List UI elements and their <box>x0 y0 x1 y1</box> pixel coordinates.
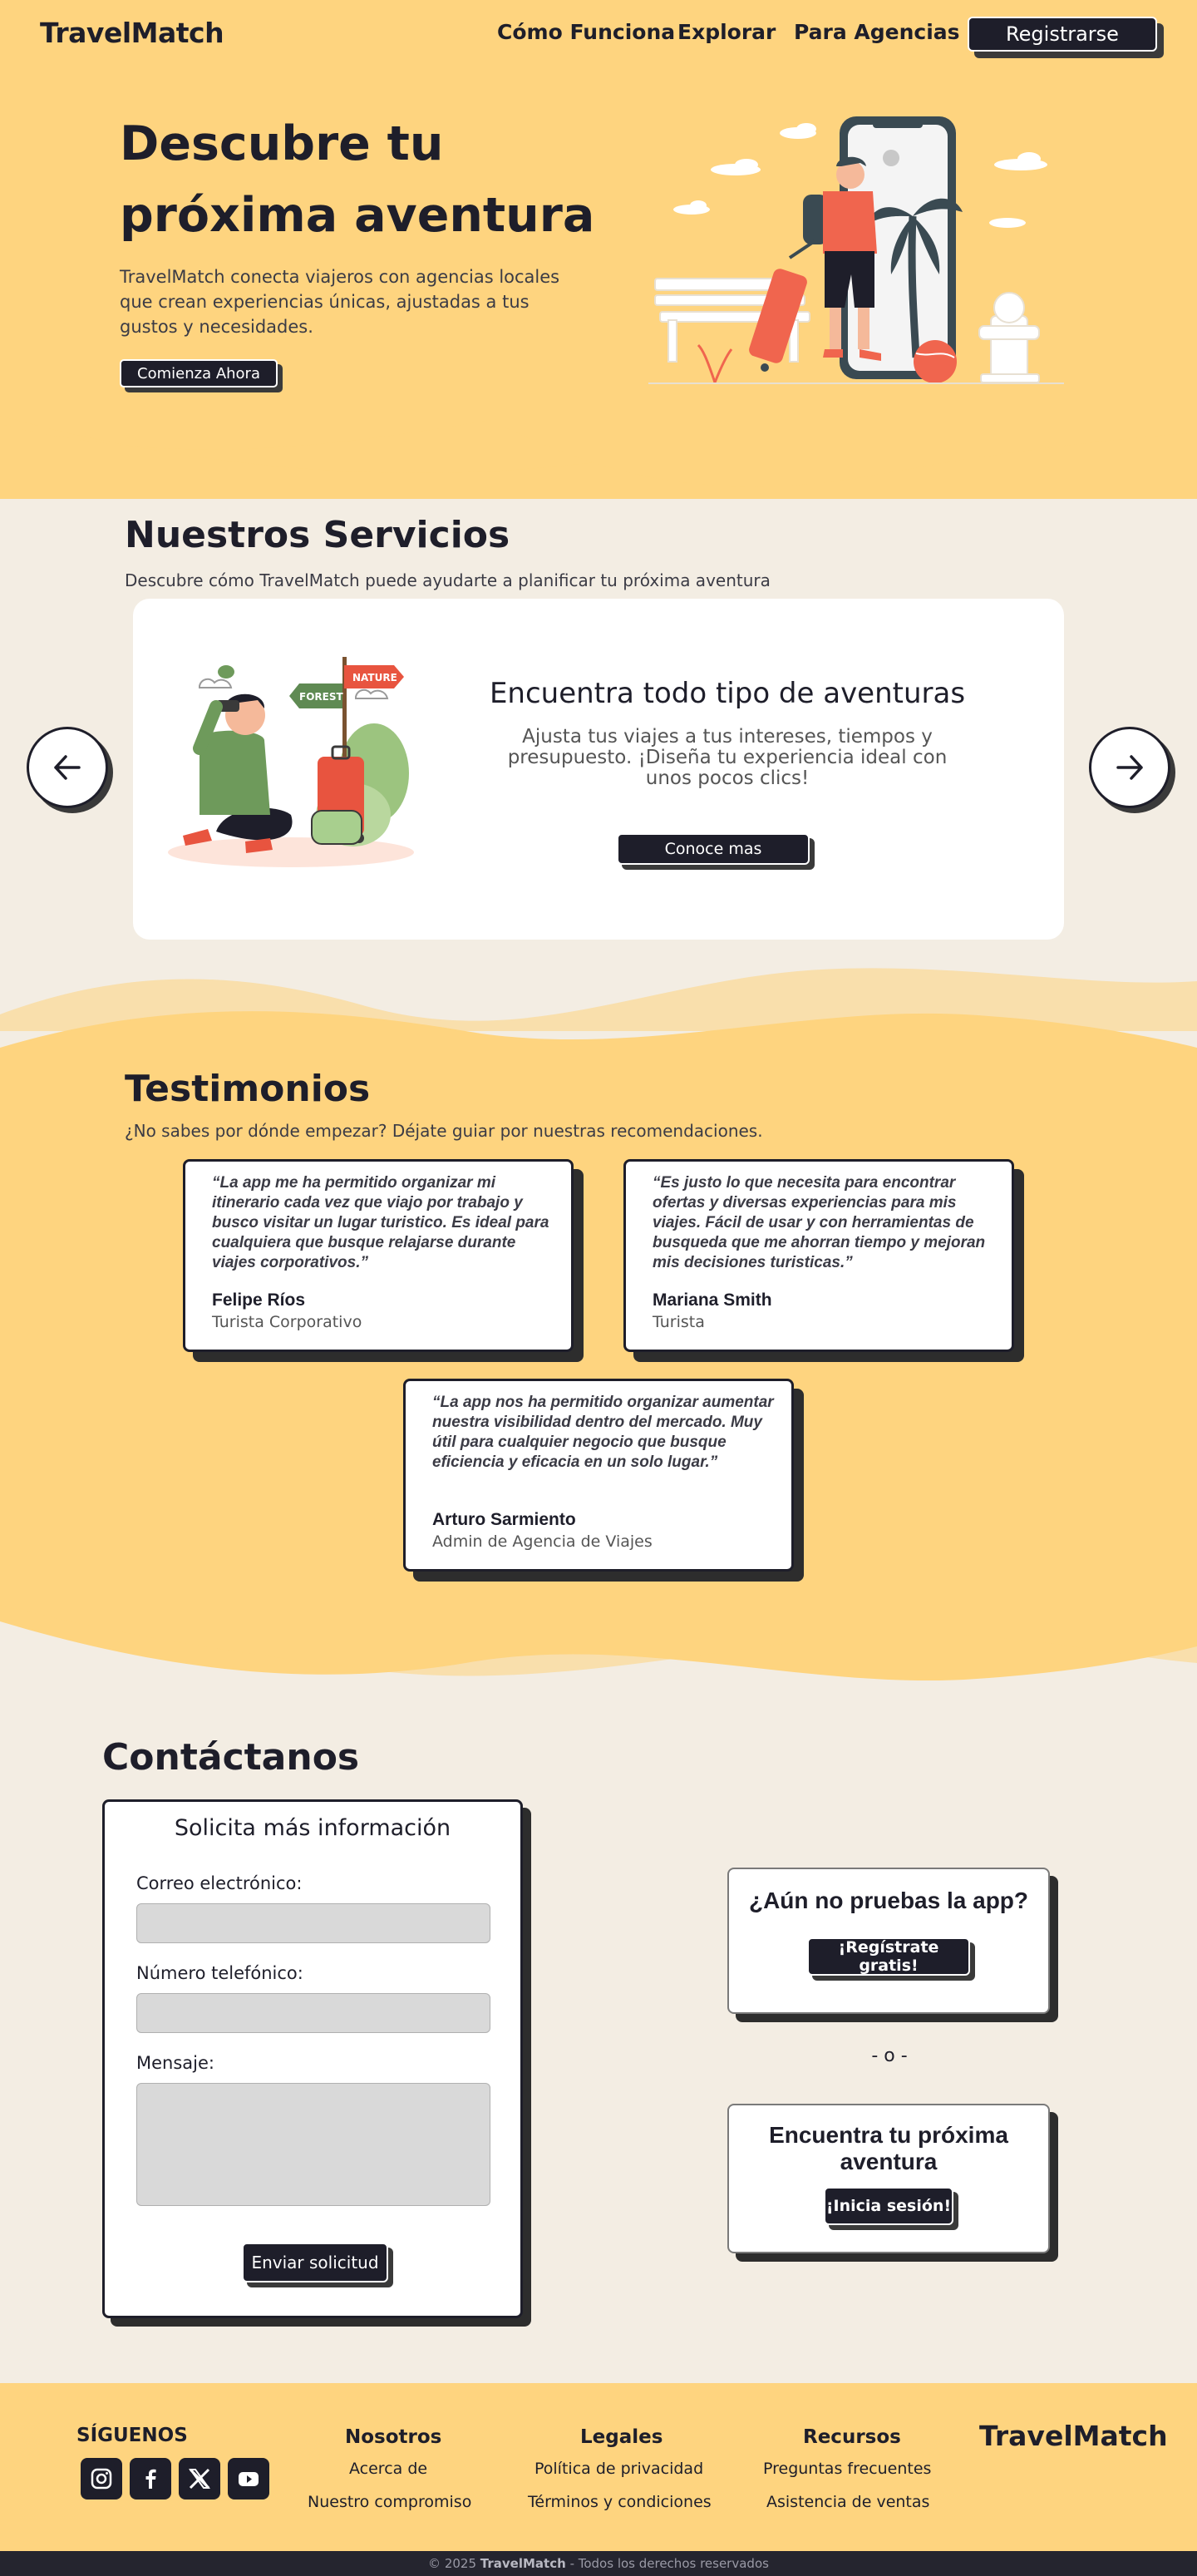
phone-field[interactable] <box>136 1993 490 2033</box>
instagram-button[interactable] <box>81 2458 122 2500</box>
explorer-illustration: NATURE FOREST <box>168 657 414 867</box>
signup-cta-title: ¿Aún no pruebas la app? <box>748 1888 1028 1913</box>
traveler-phone-illustration <box>648 116 1064 384</box>
follow-us-heading: SÍGUENOS <box>76 2425 188 2446</box>
service-card-description: Ajusta tus viajes a tus intereses, tiemp… <box>507 726 948 789</box>
footer-link-terms[interactable]: Términos y condiciones <box>528 2493 712 2511</box>
carousel-next-button[interactable] <box>1089 727 1170 808</box>
about-heading: Nosotros <box>345 2426 442 2448</box>
services-subtitle: Descubre cómo TravelMatch puede ayudarte… <box>125 570 771 590</box>
testimonial-quote: “La app me ha permitido organizar mi iti… <box>212 1174 549 1271</box>
legal-heading: Legales <box>580 2426 663 2448</box>
service-card-title: Encuentra todo tipo de aventuras <box>489 677 966 710</box>
login-button[interactable]: ¡Inicia sesión! <box>824 2187 953 2225</box>
hero-title-line2: próxima aventura <box>120 188 595 243</box>
login-cta-title: Encuentra tu próxima aventura <box>769 2122 1008 2174</box>
learn-more-button[interactable]: Conoce mas <box>617 833 810 865</box>
testimonials-title: Testimonios <box>125 1068 371 1110</box>
copyright-brand: TravelMatch <box>480 2556 566 2571</box>
hero-title: Descubre tu próxima aventura <box>120 108 635 251</box>
arrow-right-icon <box>1116 755 1143 780</box>
x-icon <box>189 2468 210 2490</box>
x-button[interactable] <box>179 2458 220 2500</box>
send-request-button[interactable]: Enviar solicitud <box>242 2243 388 2282</box>
youtube-button[interactable] <box>228 2458 269 2500</box>
start-now-button[interactable]: Comienza Ahora <box>120 359 278 387</box>
services-title: Nuestros Servicios <box>125 514 510 556</box>
resources-heading: Recursos <box>803 2426 901 2448</box>
testimonial-card: “La app me ha permitido organizar mi iti… <box>183 1159 574 1352</box>
footer-logo[interactable]: TravelMatch <box>979 2420 1168 2452</box>
forest-sign: FOREST <box>299 691 343 703</box>
testimonial-name: Felipe Ríos <box>212 1290 306 1310</box>
message-field[interactable] <box>136 2083 490 2206</box>
instagram-icon <box>91 2468 112 2490</box>
copyright-suffix: - Todos los derechos reservados <box>569 2556 769 2571</box>
email-field[interactable] <box>136 1903 490 1943</box>
nature-sign: NATURE <box>352 672 397 683</box>
footer-link-sales-support[interactable]: Asistencia de ventas <box>766 2493 929 2511</box>
phone-label: Número telefónico: <box>136 1963 303 1983</box>
footer-link-faq[interactable]: Preguntas frecuentes <box>763 2460 931 2478</box>
testimonial-role: Turista <box>653 1313 705 1331</box>
testimonial-quote: “La app nos ha permitido organizar aumen… <box>432 1394 774 1471</box>
signup-free-button[interactable]: ¡Regístrate gratis! <box>807 1937 970 1976</box>
testimonials-subtitle: ¿No sabes por dónde empezar? Déjate guia… <box>125 1121 763 1141</box>
form-title: Solicita más información <box>174 1815 451 1841</box>
contact-form: Solicita más información Correo electrón… <box>102 1799 523 2318</box>
testimonial-role: Turista Corporativo <box>212 1313 362 1331</box>
service-card: NATURE FOREST Encuentra todo tipo de ave… <box>133 599 1064 940</box>
register-button[interactable]: Registrarse <box>968 17 1157 52</box>
logo[interactable]: TravelMatch <box>40 17 224 49</box>
testimonial-name: Arturo Sarmiento <box>432 1510 576 1529</box>
testimonial-card: “La app nos ha permitido organizar aumen… <box>403 1379 794 1572</box>
login-cta-card: Encuentra tu próxima aventura ¡Inicia se… <box>727 2104 1050 2253</box>
carousel-prev-button[interactable] <box>27 727 108 808</box>
testimonial-card: “Es justo lo que necesita para encontrar… <box>623 1159 1014 1352</box>
hero-description: TravelMatch conecta viajeros con agencia… <box>120 267 560 337</box>
testimonial-quote: “Es justo lo que necesita para encontrar… <box>653 1174 986 1271</box>
contact-title: Contáctanos <box>102 1736 360 1779</box>
nav-link-agencies[interactable]: Para Agencias <box>794 20 960 44</box>
signup-cta-card: ¿Aún no pruebas la app? ¡Regístrate grat… <box>727 1868 1050 2014</box>
top-nav: TravelMatch Cómo Funciona Explorar Para … <box>0 0 1197 67</box>
copyright-bar: © 2025 TravelMatch - Todos los derechos … <box>0 2551 1197 2576</box>
facebook-button[interactable] <box>130 2458 171 2500</box>
email-label: Correo electrónico: <box>136 1873 303 1893</box>
arrow-left-icon <box>54 755 81 780</box>
testimonial-name: Mariana Smith <box>653 1290 772 1310</box>
nav-link-how-it-works[interactable]: Cómo Funciona <box>497 20 675 44</box>
copyright-prefix: © 2025 <box>428 2556 476 2571</box>
facebook-icon <box>145 2469 156 2489</box>
footer-link-privacy[interactable]: Política de privacidad <box>534 2460 703 2478</box>
or-separator: - o - <box>871 2046 908 2066</box>
testimonial-role: Admin de Agencia de Viajes <box>432 1532 653 1551</box>
message-label: Mensaje: <box>136 2053 214 2073</box>
youtube-icon <box>239 2472 259 2486</box>
nav-link-explore[interactable]: Explorar <box>677 20 776 44</box>
footer-link-about[interactable]: Acerca de <box>349 2460 427 2478</box>
hero-title-line1: Descubre tu <box>120 116 444 171</box>
footer-link-commitment[interactable]: Nuestro compromiso <box>308 2493 471 2511</box>
hero-wave <box>0 391 1197 487</box>
